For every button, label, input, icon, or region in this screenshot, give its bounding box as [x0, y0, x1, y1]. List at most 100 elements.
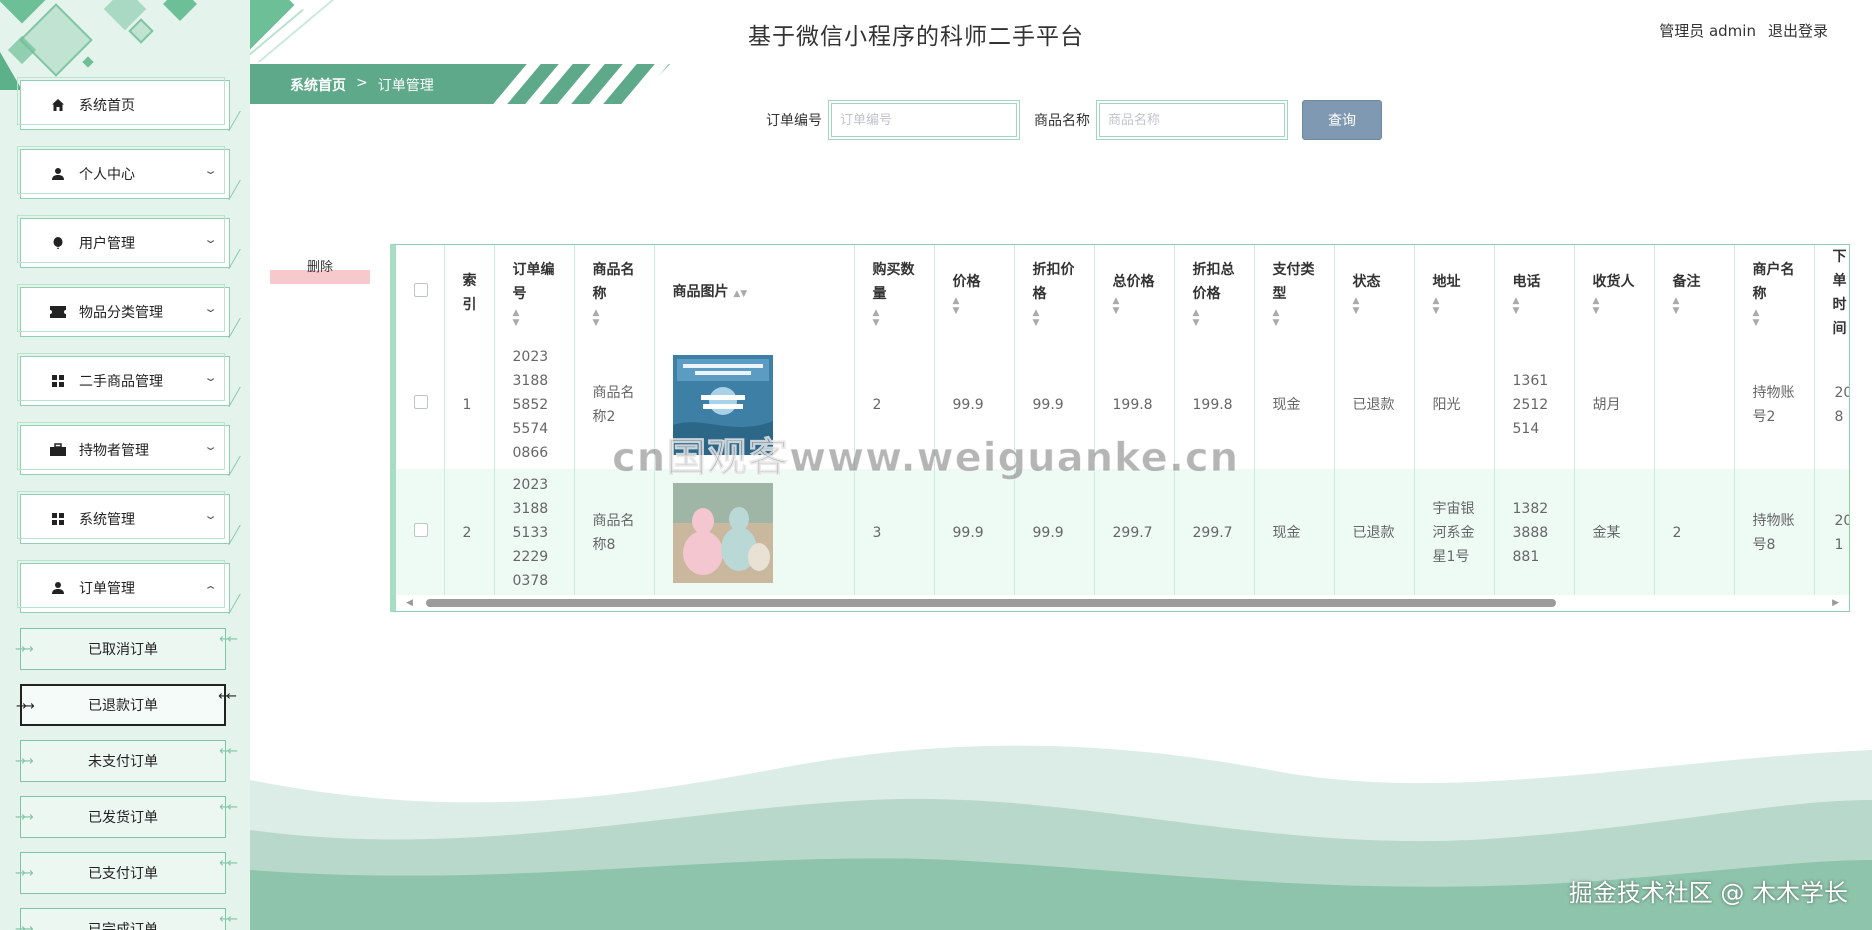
cell-discount-total: 299.7	[1174, 469, 1255, 597]
submenu-item-unpaid-orders[interactable]: →→ 未支付订单 ←←	[15, 740, 238, 782]
column-header-total[interactable]: 总价格 ▲ ▼	[1094, 245, 1175, 341]
submenu-item-refunded-orders[interactable]: →→ 已退款订单 ←←	[16, 684, 237, 726]
column-header-price[interactable]: 价格 ▲ ▼	[934, 245, 1015, 341]
chevron-down-icon: ⌄	[203, 302, 218, 315]
sort-icon[interactable]: ▲▼	[1033, 308, 1076, 328]
column-header-merchant[interactable]: 商户名称 ▲ ▼	[1734, 245, 1815, 341]
sidebar-item-order-management[interactable]: 订单管理 ⌃	[17, 560, 230, 613]
column-header-discount-total[interactable]: 折扣总价格 ▲ ▼	[1174, 245, 1255, 341]
submenu-item-label: 已退款订单	[88, 698, 158, 714]
grid-icon	[47, 512, 69, 526]
submenu-item-completed-orders[interactable]: →→ 已完成订单 ←←	[15, 908, 238, 930]
table-row[interactable]: 2 20233188513322290378 商品名称8 3 99.9 99.9…	[396, 469, 1849, 597]
row-checkbox[interactable]	[414, 523, 428, 537]
column-header-remark[interactable]: 备注 ▲ ▼	[1654, 245, 1735, 341]
table-row[interactable]: 1 20233188585255740866 商品名称2 2 99.9 99.9…	[396, 341, 1849, 469]
person-icon	[47, 167, 69, 181]
sort-icon[interactable]: ▲▼	[1673, 296, 1716, 316]
decor-triangle	[0, 52, 22, 90]
cell-index: 2	[444, 469, 495, 597]
sidebar-item-user-management[interactable]: 用户管理 ⌄	[17, 215, 230, 268]
product-name-input[interactable]	[1099, 103, 1285, 137]
sort-icon[interactable]: ▲▼	[1193, 308, 1236, 328]
submenu-item-paid-orders[interactable]: →→ 已支付订单 ←←	[15, 852, 238, 894]
sort-icon[interactable]: ▲▼	[1353, 296, 1396, 316]
breadcrumb-home[interactable]: 系统首页	[290, 75, 346, 95]
sort-icon[interactable]: ▲▼	[873, 308, 916, 328]
column-header-pay-type[interactable]: 支付类型 ▲ ▼	[1254, 245, 1335, 341]
column-header-phone[interactable]: 电话 ▲ ▼	[1494, 245, 1575, 341]
product-name-input-wrap	[1096, 100, 1288, 140]
alpaca-toys-image[interactable]	[672, 483, 773, 583]
sort-icon[interactable]: ▲▼	[1593, 296, 1636, 316]
sort-icon[interactable]: ▲▼	[513, 308, 556, 328]
sidebar-item-holder-management[interactable]: 持物者管理 ⌄	[17, 422, 230, 475]
decor-square	[163, 0, 197, 21]
scrollbar-thumb[interactable]	[426, 599, 1556, 607]
submenu-item-cancelled-orders[interactable]: →→ 已取消订单 ←←	[15, 628, 238, 670]
sort-icon[interactable]: ▲▼	[1513, 296, 1556, 316]
column-header-status[interactable]: 状态 ▲ ▼	[1334, 245, 1415, 341]
column-header-order-time[interactable]: 下单时间	[1814, 245, 1849, 341]
book-cover-image[interactable]	[672, 355, 773, 455]
cell-pay-type: 现金	[1254, 469, 1335, 597]
column-header-order-no[interactable]: 订单编号 ▲ ▼	[494, 245, 575, 341]
sidebar-item-label: 系统首页	[79, 98, 135, 114]
arrow-right-icon: →→	[15, 866, 34, 881]
sidebar-item-system-management[interactable]: 系统管理 ⌄	[17, 491, 230, 544]
sidebar-item-label: 二手商品管理	[79, 374, 163, 390]
sidebar-item-label: 个人中心	[79, 167, 135, 183]
sidebar-item-secondhand-goods[interactable]: 二手商品管理 ⌄	[17, 353, 230, 406]
logout-link[interactable]: 退出登录	[1768, 20, 1828, 41]
row-checkbox[interactable]	[414, 395, 428, 409]
cell-price: 99.9	[934, 469, 1015, 597]
column-header-address[interactable]: 地址 ▲ ▼	[1414, 245, 1495, 341]
column-header-quantity[interactable]: 购买数量 ▲ ▼	[854, 245, 935, 341]
header-decoration	[250, 0, 370, 62]
delete-button[interactable]: 删除	[270, 256, 370, 284]
cell-phone: 13612512514	[1494, 341, 1575, 469]
order-no-input[interactable]	[831, 103, 1017, 137]
column-header-receiver[interactable]: 收货人 ▲ ▼	[1574, 245, 1655, 341]
sort-icon[interactable]: ▲▼	[1433, 296, 1476, 316]
sort-icon[interactable]: ▲▼	[1113, 296, 1156, 316]
column-header-index[interactable]: 索引	[444, 245, 495, 341]
cell-order-no: 20233188585255740866	[494, 341, 575, 469]
scroll-right-icon[interactable]: ▶	[1832, 598, 1839, 608]
query-button[interactable]: 查询	[1302, 100, 1382, 140]
sort-icon[interactable]: ▲▼	[593, 308, 636, 328]
row-select-cell	[396, 341, 445, 469]
select-all-checkbox[interactable]	[414, 283, 428, 297]
sidebar-item-label: 用户管理	[79, 236, 135, 252]
cell-merchant: 持物账号2	[1734, 341, 1815, 469]
column-header-product-name[interactable]: 商品名称 ▲ ▼	[574, 245, 655, 341]
column-header-product-image[interactable]: 商品图片 ▲▼	[654, 245, 855, 341]
cell-receiver: 金某	[1574, 469, 1655, 597]
cell-product-image	[654, 341, 855, 469]
cell-quantity: 3	[854, 469, 935, 597]
cell-discount-price: 99.9	[1014, 341, 1095, 469]
sidebar-item-personal-center[interactable]: 个人中心 ⌄	[17, 146, 230, 199]
cell-product-image	[654, 469, 855, 597]
sidebar-item-label: 系统管理	[79, 512, 135, 528]
horizontal-scrollbar[interactable]: ◀ ▶	[396, 595, 1849, 611]
decor-square	[82, 56, 94, 68]
sidebar-item-category-management[interactable]: 物品分类管理 ⌄	[17, 284, 230, 337]
sort-icon[interactable]: ▲▼	[1273, 308, 1316, 328]
submenu-item-shipped-orders[interactable]: →→ 已发货订单 ←←	[15, 796, 238, 838]
cell-discount-total: 199.8	[1174, 341, 1255, 469]
sort-icon[interactable]: ▲▼	[953, 296, 996, 316]
sort-icon[interactable]: ▲▼	[1753, 308, 1796, 328]
sidebar-item-label: 物品分类管理	[79, 305, 163, 321]
column-header-discount-price[interactable]: 折扣价格 ▲ ▼	[1014, 245, 1095, 341]
cell-receiver: 胡月	[1574, 341, 1655, 469]
cell-phone: 13823888881	[1494, 469, 1575, 597]
cell-total: 299.7	[1094, 469, 1175, 597]
sidebar: 系统首页 个人中心 ⌄ 用户管理 ⌄ 物品分类管理 ⌄ 二手商品管理 ⌄ 持物者…	[0, 0, 250, 930]
sort-icon[interactable]: ▲▼	[733, 289, 747, 299]
arrow-left-icon: ←←	[219, 856, 238, 871]
sidebar-item-home[interactable]: 系统首页	[17, 77, 230, 130]
scroll-left-icon[interactable]: ◀	[406, 598, 413, 608]
home-icon	[47, 98, 69, 112]
arrow-right-icon: →→	[16, 699, 35, 714]
